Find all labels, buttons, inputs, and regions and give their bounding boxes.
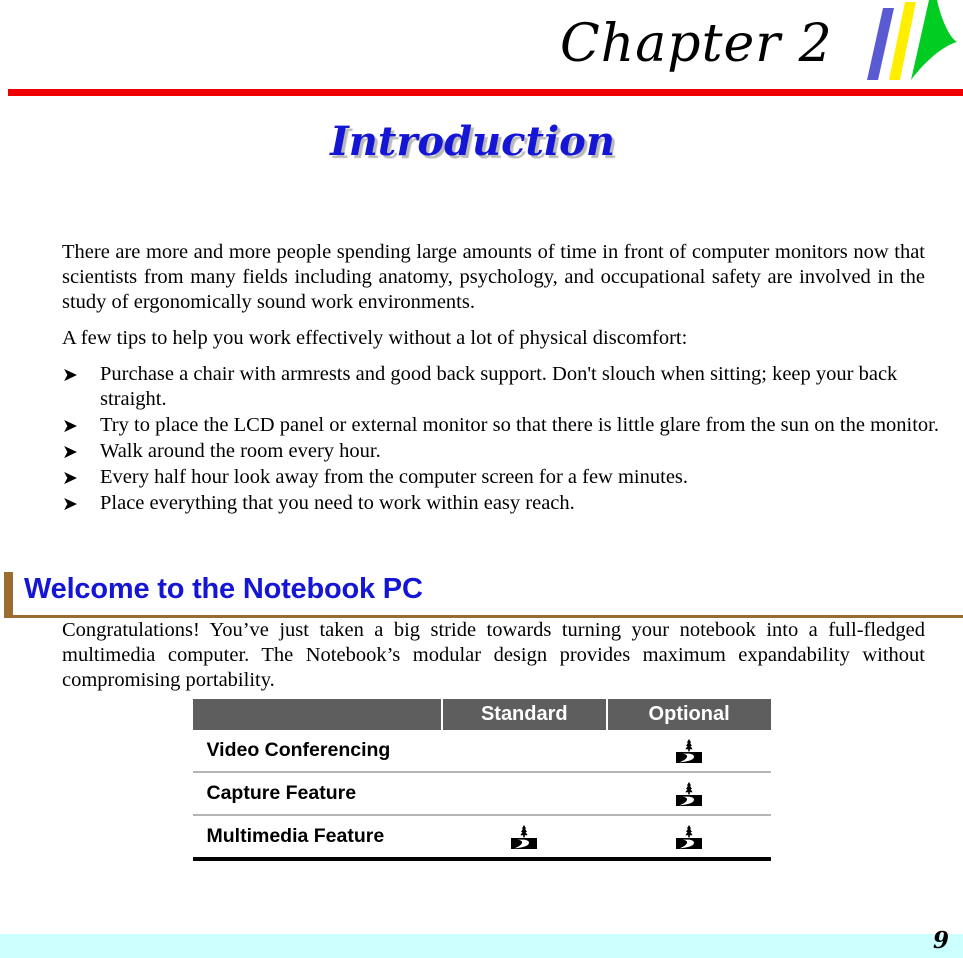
intro-content: There are more and more people spending …	[0, 240, 963, 517]
column-header-optional: Optional	[606, 699, 771, 730]
intro-paragraph: There are more and more people spending …	[62, 241, 925, 313]
section-accent-bar	[4, 572, 13, 616]
arrow-bullet-icon: ➤	[62, 364, 78, 386]
feature-label: Video Conferencing	[192, 730, 442, 773]
tree-road-icon	[675, 824, 702, 849]
arrow-bullet-icon: ➤	[62, 441, 78, 463]
optional-cell	[606, 730, 771, 773]
tips-list: ➤ Purchase a chair with armrests and goo…	[0, 362, 963, 516]
feature-label: Capture Feature	[192, 772, 442, 816]
section-body: Congratulations! You’ve just taken a big…	[0, 618, 963, 704]
column-header-feature	[192, 699, 443, 730]
table-row: Video Conferencing	[192, 730, 771, 773]
list-item: ➤ Try to place the LCD panel or external…	[0, 413, 963, 438]
tree-road-icon	[511, 824, 538, 849]
list-item-text: Walk around the room every hour.	[100, 440, 381, 462]
header-red-rule	[8, 89, 963, 96]
section-heading: Welcome to the Notebook PC	[24, 573, 423, 605]
page-title: Introduction	[330, 118, 615, 165]
list-item-text: Try to place the LCD panel or external m…	[100, 414, 939, 436]
tree-road-icon	[675, 738, 702, 763]
swoosh-logo-icon	[867, 0, 957, 80]
list-item-text: Purchase a chair with armrests and good …	[100, 363, 898, 410]
list-item: ➤ Every half hour look away from the com…	[0, 465, 963, 490]
feature-table-container: Standard Optional Video Conferencing Cap…	[0, 699, 963, 861]
feature-table-body: Video Conferencing Capture Feature Multi…	[192, 730, 771, 861]
table-header-row: Standard Optional	[192, 699, 771, 730]
optional-cell	[606, 772, 771, 816]
column-header-standard: Standard	[441, 699, 608, 730]
arrow-bullet-icon: ➤	[62, 493, 78, 515]
page-number: 9	[932, 927, 949, 954]
page-title-container: Introduction	[0, 118, 963, 165]
feature-label: Multimedia Feature	[192, 815, 442, 861]
footer-band	[0, 934, 963, 958]
table-row: Multimedia Feature	[192, 815, 771, 861]
standard-cell	[441, 730, 607, 773]
list-item: ➤ Walk around the room every hour.	[0, 439, 963, 464]
list-item-text: Place everything that you need to work w…	[100, 492, 575, 514]
arrow-bullet-icon: ➤	[62, 467, 78, 489]
chapter-label: Chapter 2	[560, 14, 833, 74]
list-item-text: Every half hour look away from the compu…	[100, 466, 689, 488]
standard-cell	[441, 815, 607, 861]
tree-road-icon	[675, 781, 702, 806]
section-heading-block: Welcome to the Notebook PC	[0, 572, 963, 620]
tips-lead-in: A few tips to help you work effectively …	[62, 327, 688, 349]
section-paragraph: Congratulations! You’ve just taken a big…	[62, 619, 925, 691]
standard-cell	[441, 772, 607, 816]
list-item: ➤ Place everything that you need to work…	[0, 491, 963, 516]
arrow-bullet-icon: ➤	[62, 415, 78, 437]
table-row: Capture Feature	[192, 772, 771, 816]
feature-table: Standard Optional Video Conferencing Cap…	[192, 699, 771, 861]
optional-cell	[606, 815, 771, 861]
list-item: ➤ Purchase a chair with armrests and goo…	[0, 362, 963, 412]
feature-table-head: Standard Optional	[192, 699, 771, 730]
chapter-header: Chapter 2	[0, 0, 963, 96]
